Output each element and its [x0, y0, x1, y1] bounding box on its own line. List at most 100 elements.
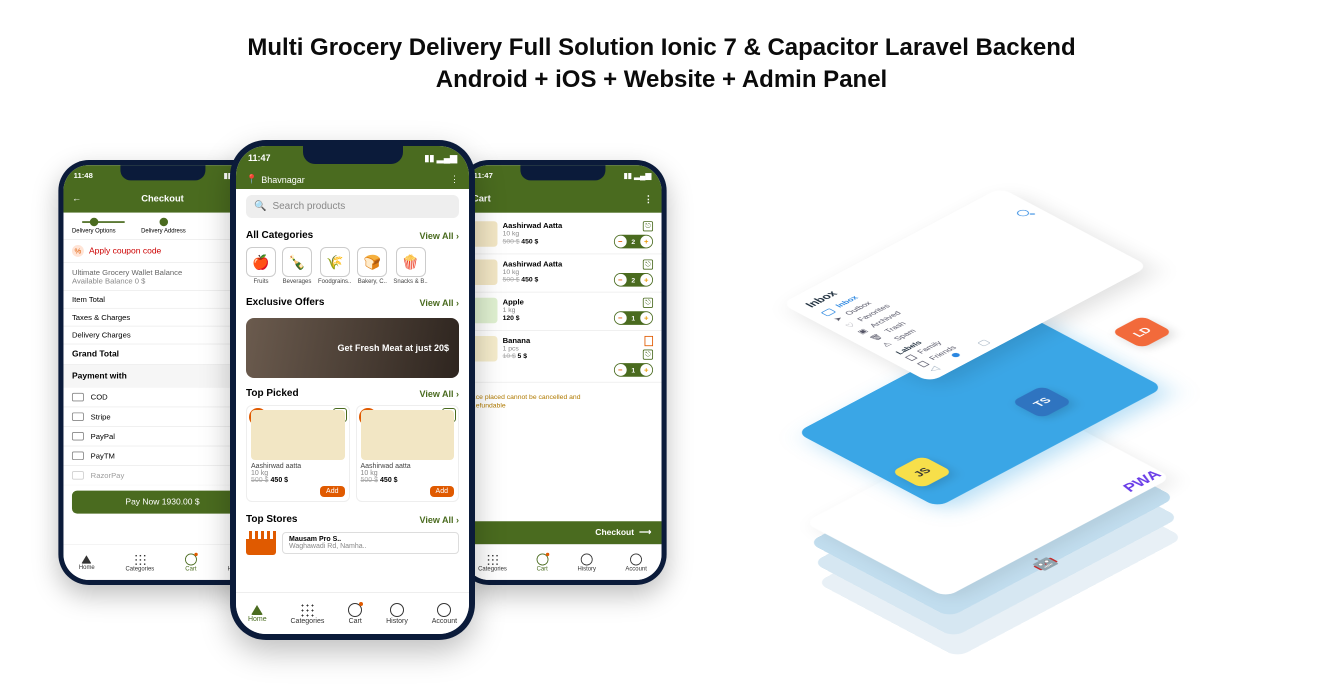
remove-item-icon[interactable]: ⎋	[643, 221, 653, 231]
view-all-link[interactable]: View All ›	[419, 231, 459, 241]
tab-home[interactable]: Home	[248, 605, 267, 623]
banner-text: Get Fresh Meat at just 20$	[337, 343, 449, 353]
arrow-right-icon: ⟶	[639, 528, 651, 537]
laravel-badge: LD	[1111, 316, 1173, 349]
tab-categories[interactable]: Categories	[478, 553, 507, 572]
remove-item-icon[interactable]: ⎋	[643, 259, 653, 269]
quantity-stepper[interactable]: −2+	[614, 235, 653, 249]
wallet-title: Ultimate Grocery Wallet Balance	[72, 268, 253, 277]
category-icon: 🌾	[320, 247, 350, 277]
cart-item: Apple 1 kg 120 $ ⎋ −1+	[463, 293, 661, 331]
signal-icons: ▮▮ ▂▄▆	[424, 153, 457, 164]
quantity-stepper[interactable]: −1+	[614, 363, 653, 377]
category-icon: 🍾	[282, 247, 312, 277]
clock-text: 11:48	[74, 171, 93, 180]
top-picked-row: 10% + Aashirwad aatta 10 kg 500 $450 $ A…	[236, 405, 469, 508]
refund-notice: ..ce placed cannot be cancelled and..efu…	[463, 386, 661, 417]
search-input[interactable]: 🔍 Search products	[246, 195, 459, 218]
appbar-title: Cart	[472, 194, 644, 204]
search-placeholder: Search products	[272, 201, 345, 212]
store-icon	[246, 531, 276, 555]
product-card[interactable]: 10% + Aashirwad aatta 10 kg 500 $450 $ A…	[356, 405, 460, 502]
offer-banner[interactable]: Get Fresh Meat at just 20$	[246, 318, 459, 378]
menu-icon[interactable]: ⋮	[450, 174, 459, 185]
signal-icons: ▮▮ ▂▄▆	[624, 171, 652, 180]
quantity-stepper[interactable]: −1+	[614, 311, 653, 325]
tab-categories[interactable]: Categories	[125, 553, 154, 572]
checkout-button[interactable]: Checkout⟶	[463, 521, 661, 544]
categories-row: 🍎Fruits 🍾Beverages 🌾Foodgrains.. 🍞Bakery…	[236, 247, 469, 291]
product-card[interactable]: 10% + Aashirwad aatta 10 kg 500 $450 $ A…	[246, 405, 350, 502]
remove-item-icon[interactable]: ⎋	[643, 298, 653, 308]
add-button[interactable]: Add	[430, 486, 454, 497]
category-chip[interactable]: 🍾Beverages	[282, 247, 312, 285]
appbar-cart: Cart ⋮	[463, 186, 661, 213]
cart-item: Aashirwad Aatta 10 kg 500 $450 $ ⎋ −2+	[463, 216, 661, 254]
tab-cart[interactable]: Cart	[185, 553, 197, 572]
section-all-categories: All Categories	[246, 230, 313, 241]
tab-history[interactable]: History	[577, 553, 596, 572]
phone-notch	[520, 165, 605, 180]
headline-line-1: Multi Grocery Delivery Full Solution Ion…	[0, 32, 1323, 64]
plus-button[interactable]: +	[640, 312, 652, 324]
warning-icon: ⚠	[880, 341, 894, 348]
tab-account[interactable]: Account	[432, 603, 457, 625]
appbar-title: Checkout	[81, 194, 243, 204]
tab-account[interactable]: Account	[625, 553, 647, 572]
tab-cart[interactable]: Cart	[348, 603, 362, 625]
store-row: Mausam Pro S.. Waghawadi Rd, Namha..	[236, 531, 469, 555]
tech-stack-illustration: ✚ JS TS LD PWA 🤖 Inbox Inbox ➤Outbox ♡Fa…	[760, 120, 1260, 680]
remove-item-icon[interactable]: ⎋	[643, 350, 653, 360]
cart-item: Banana 1 pcs 10 $5 $ ⎋ −1+	[463, 331, 661, 383]
tab-bar: Home Categories Cart History Account	[236, 592, 469, 634]
card-icon	[72, 452, 84, 461]
add-button[interactable]: Add	[320, 486, 344, 497]
category-chip[interactable]: 🍎Fruits	[246, 247, 276, 285]
minus-button[interactable]: −	[614, 236, 626, 248]
phone-mockups: 11:48 ▮▮ ▂▄▆ ← Checkout ⋮ Delivery Option…	[20, 150, 670, 680]
minus-button[interactable]: −	[614, 274, 626, 286]
minus-button[interactable]: −	[614, 312, 626, 324]
plus-button[interactable]: +	[640, 274, 652, 286]
store-card[interactable]: Mausam Pro S.. Waghawadi Rd, Namha..	[282, 532, 459, 554]
category-chip[interactable]: 🍞Bakery, C..	[357, 247, 387, 285]
product-image	[251, 410, 345, 460]
menu-icon[interactable]: ⋮	[644, 194, 653, 205]
view-all-link[interactable]: View All ›	[419, 298, 459, 308]
step-delivery-address[interactable]: Delivery Address	[141, 218, 186, 234]
card-icon	[72, 432, 84, 441]
minus-button[interactable]: −	[614, 364, 626, 376]
coupon-icon: %	[72, 245, 84, 257]
phone-notch	[120, 165, 205, 180]
phone-cart: 11:47▮▮ ▂▄▆ Cart ⋮ Aashirwad Aatta 10 kg…	[458, 160, 666, 585]
view-all-link[interactable]: View All ›	[419, 389, 459, 399]
plus-button[interactable]: +	[640, 236, 652, 248]
product-thumb	[472, 259, 498, 285]
category-chip[interactable]: 🌾Foodgrains..	[318, 247, 351, 285]
product-thumb	[472, 221, 498, 247]
card-icon	[72, 393, 84, 402]
card-icon	[72, 471, 84, 480]
tab-history[interactable]: History	[386, 603, 408, 625]
tab-home[interactable]: Home	[79, 555, 95, 570]
bookmark-icon	[917, 361, 930, 368]
back-icon[interactable]: ←	[72, 194, 81, 204]
product-thumb	[472, 336, 498, 362]
location-row[interactable]: 📍Bhavnagar ⋮	[236, 170, 469, 189]
tab-cart[interactable]: Cart	[536, 553, 548, 572]
coupon-label: Apply coupon code	[89, 246, 161, 255]
category-icon: 🍎	[246, 247, 276, 277]
section-exclusive-offers: Exclusive Offers	[246, 297, 324, 308]
step-delivery-options[interactable]: Delivery Options	[72, 218, 116, 234]
tab-categories[interactable]: Categories	[291, 603, 325, 625]
quantity-stepper[interactable]: −2+	[614, 273, 653, 287]
product-thumb	[472, 298, 498, 324]
clock-text: 11:47	[248, 153, 271, 163]
plus-button[interactable]: +	[640, 364, 652, 376]
phone-home: 11:47 ▮▮ ▂▄▆ 📍Bhavnagar ⋮ 🔍 Search produc…	[230, 140, 475, 640]
pay-now-button[interactable]: Pay Now 1930.00 $	[72, 491, 253, 514]
bookmark-icon[interactable]	[645, 336, 654, 346]
category-chip[interactable]: 🍿Snacks & B..	[393, 247, 427, 285]
view-all-link[interactable]: View All ›	[419, 515, 459, 525]
category-icon: 🍞	[357, 247, 387, 277]
